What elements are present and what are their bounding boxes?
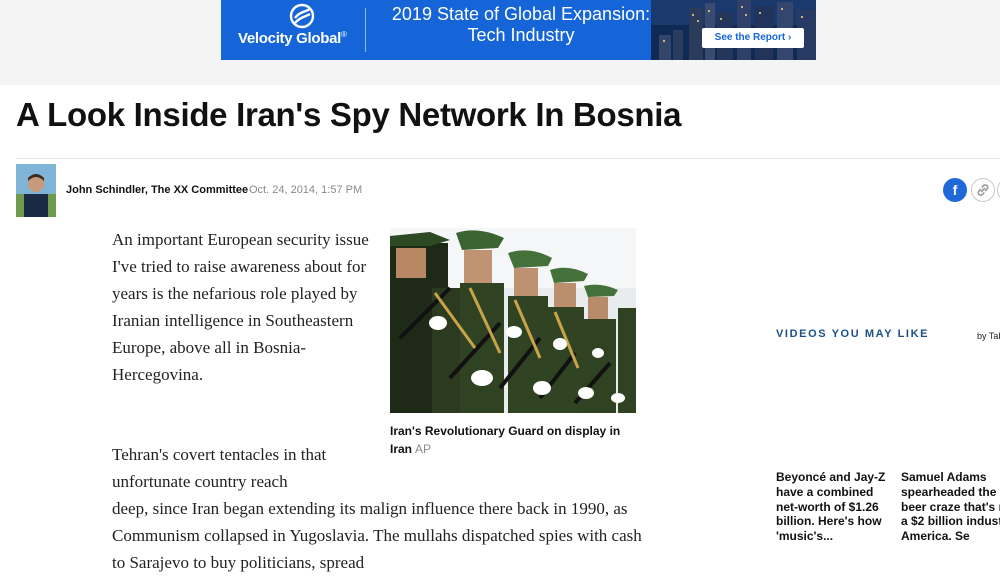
article-title: A Look Inside Iran's Spy Network In Bosn… [16, 96, 682, 133]
velocity-global-logo-icon [289, 3, 315, 29]
publish-date: Oct. 24, 2014, 1:57 PM [249, 184, 363, 196]
ad-registered-mark: ® [341, 30, 347, 39]
videos-sponsor-label[interactable]: by Tab [977, 331, 1000, 341]
ad-see-report-button[interactable]: See the Report › [702, 28, 804, 48]
author-avatar[interactable] [16, 164, 56, 217]
videos-section-heading: VIDEOS YOU MAY LIKE [776, 328, 930, 340]
ad-logo: Velocity Global® [233, 0, 353, 60]
article-paragraph-continued: deep, since Iran began extending its mal… [112, 499, 642, 572]
video-card-title[interactable]: Beyoncé and Jay-Z have a combined net-wo… [776, 470, 894, 544]
article-photo[interactable] [390, 228, 636, 413]
facebook-icon: f [952, 182, 958, 198]
ad-banner[interactable]: Velocity Global® 2019 State of Global Ex… [221, 0, 816, 60]
link-icon [977, 184, 989, 196]
article-paragraph: Tehran's covert tentacles in that unfort… [112, 445, 327, 491]
author-name[interactable]: John Schindler, The XX Committee [66, 184, 248, 196]
ad-headline: 2019 State of Global Expansion: Tech Ind… [371, 4, 671, 46]
ad-brand-name: Velocity Global® [238, 30, 347, 47]
ad-divider [365, 8, 366, 52]
ad-headline-line1: 2019 State of Global Expansion: [391, 4, 651, 24]
ad-band: Velocity Global® 2019 State of Global Ex… [0, 0, 1000, 85]
article-paragraph: An important European security issue I'v… [112, 230, 369, 384]
photo-credit: AP [415, 442, 432, 456]
photo-caption: Iran's Revolutionary Guard on display in… [390, 422, 640, 458]
author-photo-image [16, 164, 56, 217]
copy-link-button[interactable] [971, 178, 995, 202]
ad-headline-line2: Tech Industry [467, 25, 575, 45]
facebook-share-button[interactable]: f [943, 178, 967, 202]
revolutionary-guard-photo-image [390, 228, 636, 413]
video-card-title[interactable]: Samuel Adams spearheaded the craft beer … [901, 470, 1000, 544]
title-divider [16, 158, 1000, 159]
